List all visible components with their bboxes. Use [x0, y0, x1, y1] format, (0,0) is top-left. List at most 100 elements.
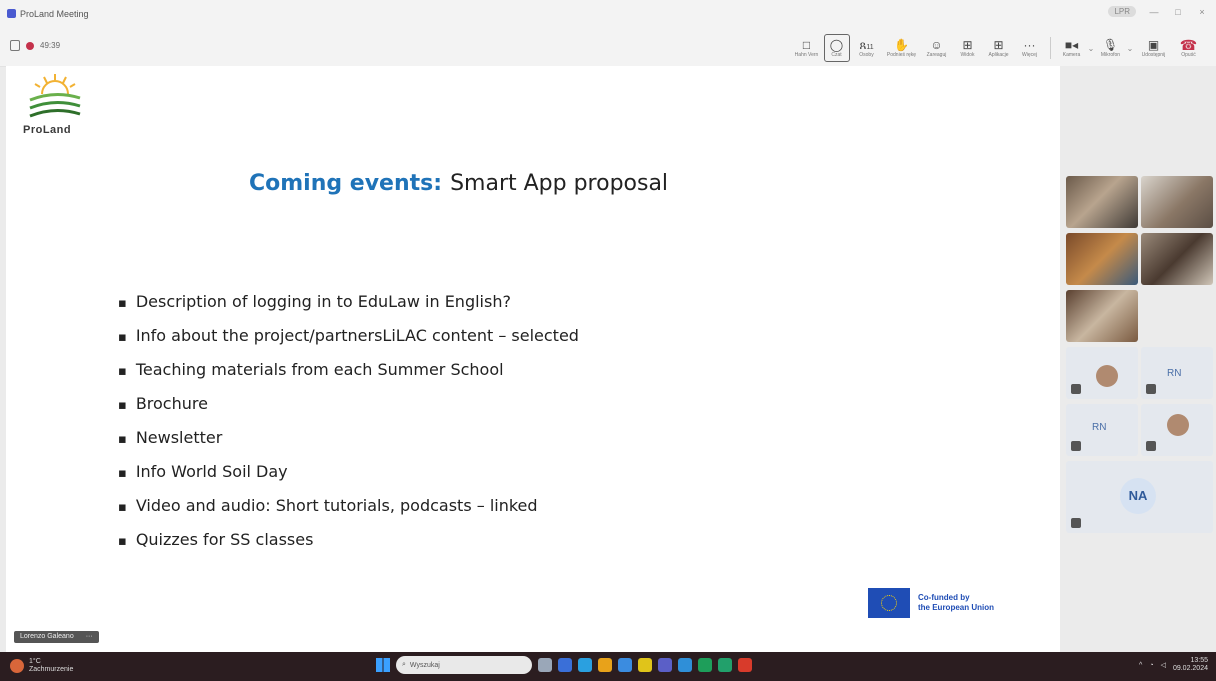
chevron-down-icon[interactable]: ⌄	[1087, 44, 1095, 53]
meeting-toolbar: 49:39 □ Hahn Vern ◯ Czat ጸ11 Osoby ✋ Pod…	[0, 30, 1216, 67]
more-button[interactable]: ··· Więcej	[1016, 32, 1044, 64]
hand-icon: ✋	[894, 37, 909, 52]
view-button[interactable]: ⊞ Widok	[954, 32, 982, 64]
proland-logo-icon	[29, 74, 81, 118]
pdf-icon[interactable]	[738, 658, 752, 672]
react-button[interactable]: ☺ Zareaguj	[923, 32, 951, 64]
presenter-name: Lorenzo Galeano	[20, 633, 74, 640]
participant-video-tile[interactable]	[1066, 233, 1138, 285]
word-icon[interactable]	[678, 658, 692, 672]
eu-text-line2: the European Union	[918, 603, 994, 612]
slide-title-highlight: Coming events:	[249, 171, 443, 196]
slide-bullet: Newsletter	[118, 421, 579, 455]
minimize-button[interactable]: —	[1148, 7, 1160, 17]
weather-widget[interactable]: 1°C Zachmurzenie	[10, 658, 73, 674]
shared-slide: ProLand Coming events: Smart App proposal…	[6, 66, 1060, 652]
windows-taskbar: 1°C Zachmurzenie ⌕ Wyszukaj ^ ◔ ◁ 13:55 …	[0, 652, 1216, 681]
search-icon: ⌕	[402, 661, 406, 668]
chrome-icon[interactable]	[598, 658, 612, 672]
slide-bullet-list: Description of logging in to EduLaw in E…	[118, 285, 579, 557]
tray-chevron-icon[interactable]: ^	[1139, 662, 1142, 669]
participant-gallery: RN RN NA	[1060, 66, 1216, 652]
slide-bullet: Video and audio: Short tutorials, podcas…	[118, 489, 579, 523]
account-pill[interactable]: LPR	[1108, 6, 1136, 17]
slide-bullet: Description of logging in to EduLaw in E…	[118, 285, 579, 319]
file-explorer-icon[interactable]	[638, 658, 652, 672]
slide-bullet: Info about the project/partnersLiLAC con…	[118, 319, 579, 353]
presenter-name-tag[interactable]: Lorenzo Galeano ···	[14, 631, 99, 643]
slide-bullet: Teaching materials from each Summer Scho…	[118, 353, 579, 387]
more-icon[interactable]: ···	[86, 631, 93, 643]
participant-tile[interactable]: RN	[1141, 347, 1213, 399]
system-tray: ^ ◔ ◁ 13:55 09.02.2024	[1139, 657, 1208, 673]
people-icon: ጸ11	[859, 37, 874, 52]
microphone-icon: 🎙	[1102, 37, 1119, 52]
raise-hand-button[interactable]: ✋ Podnieś rękę	[884, 32, 920, 64]
participant-photo	[1167, 414, 1189, 436]
slide-bullet: Quizzes for SS classes	[118, 523, 579, 557]
taskbar-clock[interactable]: 13:55 09.02.2024	[1173, 657, 1208, 673]
edge-icon[interactable]	[578, 658, 592, 672]
share-button[interactable]: ▣ Udostępnij	[1136, 32, 1172, 64]
store-icon[interactable]	[558, 658, 572, 672]
window-titlebar: ProLand Meeting LPR — □ ×	[0, 0, 1216, 30]
participant-video-tile[interactable]	[1141, 176, 1213, 228]
teams-icon[interactable]	[658, 658, 672, 672]
excel-icon[interactable]	[698, 658, 712, 672]
weather-icon	[10, 659, 24, 673]
close-button[interactable]: ×	[1196, 7, 1208, 17]
mic-muted-icon	[1146, 384, 1156, 394]
camera-icon: ■◂	[1064, 37, 1079, 52]
shield-icon	[10, 40, 20, 51]
task-view-icon[interactable]	[538, 658, 552, 672]
participant-video-tile[interactable]	[1066, 176, 1138, 228]
participant-initials: NA	[1120, 478, 1156, 514]
slide-bullet: Brochure	[118, 387, 579, 421]
teams-app-icon	[7, 9, 16, 18]
weather-temp: 1°C	[29, 658, 41, 665]
mic-muted-icon	[1071, 518, 1081, 528]
participant-tile[interactable]: NA	[1066, 461, 1213, 533]
meeting-timer: 49:39	[40, 41, 61, 50]
volume-icon[interactable]: ◁	[1161, 661, 1166, 669]
apps-button[interactable]: ⊞ Aplikacje	[985, 32, 1013, 64]
participant-video-tile[interactable]	[1066, 290, 1138, 342]
mail-icon[interactable]	[618, 658, 632, 672]
chevron-down-icon[interactable]: ⌄	[1126, 44, 1134, 53]
windows-start-icon[interactable]	[376, 658, 390, 672]
eu-flag-icon	[868, 588, 910, 618]
participant-video-tile[interactable]	[1141, 233, 1213, 285]
spreadsheet-icon[interactable]	[718, 658, 732, 672]
participant-initials: RN	[1092, 422, 1107, 433]
smiley-icon: ☺	[930, 37, 943, 52]
mic-button[interactable]: 🎙 Mikrofon	[1097, 32, 1125, 64]
toolbar-actions: □ Hahn Vern ◯ Czat ጸ11 Osoby ✋ Podnieś r…	[791, 31, 1204, 65]
eu-cofunded-badge: Co-funded by the European Union	[868, 588, 994, 618]
camera-button[interactable]: ■◂ Kamera	[1058, 32, 1086, 64]
slide-title: Coming events: Smart App proposal	[249, 171, 668, 196]
slide-bullet: Info World Soil Day	[118, 455, 579, 489]
window-title: ProLand Meeting	[20, 9, 89, 19]
people-button[interactable]: ጸ11 Osoby	[853, 32, 881, 64]
participant-tile[interactable]: RN	[1066, 404, 1138, 456]
logo-text: ProLand	[23, 124, 72, 136]
eu-text-line1: Co-funded by	[918, 593, 970, 602]
people-count: 11	[866, 43, 874, 51]
taskbar-search[interactable]: ⌕ Wyszukaj	[396, 656, 532, 674]
search-placeholder: Wyszukaj	[409, 661, 440, 669]
clock-time: 13:55	[1190, 657, 1208, 664]
participant-tile[interactable]	[1141, 404, 1213, 456]
more-icon: ···	[1023, 37, 1036, 52]
raise-item-button[interactable]: □ Hahn Vern	[793, 32, 821, 64]
participant-tile[interactable]	[1066, 347, 1138, 399]
network-icon[interactable]: ◔	[1149, 662, 1153, 669]
chat-button[interactable]: ◯ Czat	[823, 34, 850, 62]
recording-icon	[26, 41, 34, 50]
share-icon: ▣	[1147, 37, 1160, 52]
slide-title-rest: Smart App proposal	[450, 171, 669, 196]
grid-icon: ⊞	[962, 37, 973, 52]
taskbar-apps: ⌕ Wyszukaj	[376, 656, 752, 674]
maximize-button[interactable]: □	[1172, 7, 1184, 17]
leave-button[interactable]: ☎ Opuść	[1175, 32, 1203, 64]
participant-photo	[1096, 365, 1118, 387]
